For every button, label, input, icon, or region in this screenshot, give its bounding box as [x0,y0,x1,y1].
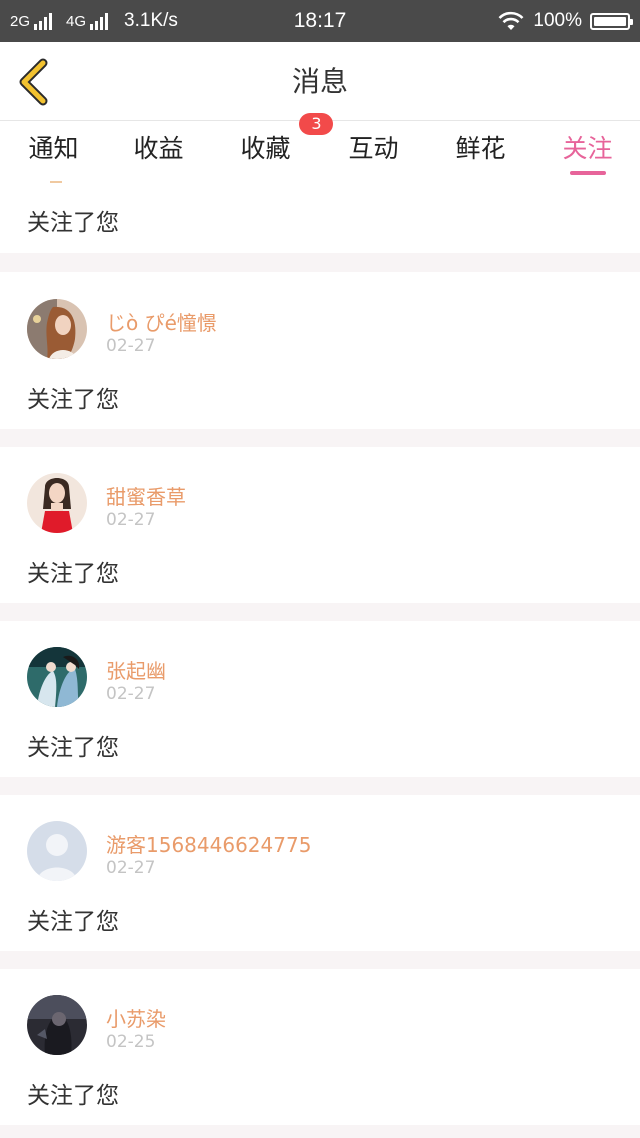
avatar[interactable] [27,473,87,533]
battery-percent: 100% [533,10,582,31]
wifi-icon [498,11,524,30]
message-text: 关注了您 [27,909,119,935]
message-text: 关注了您 [27,735,119,761]
header-bar: 消息 [0,42,640,121]
list-item[interactable]: 甜蜜香草 02-27 关注了您 [0,447,640,603]
message-text: 关注了您 [27,1083,119,1109]
avatar[interactable] [27,995,87,1055]
user-name[interactable]: 小苏染 [106,1003,166,1032]
tab-earnings[interactable]: 收益 [105,121,212,181]
list-item[interactable]: 张起幽 02-27 关注了您 [0,621,640,777]
message-date: 02-27 [106,858,156,878]
default-user-avatar[interactable] [27,821,87,881]
tab-label: 互动 [348,134,399,163]
list-item[interactable]: 小苏染 02-25 关注了您 [0,969,640,1125]
list-item[interactable]: 游客1568446624775 02-27 关注了您 [0,795,640,951]
tab-favorites[interactable]: 收藏 3 [212,113,334,181]
page-title: 消息 [291,65,348,98]
avatar[interactable] [27,299,87,359]
user-name[interactable]: 甜蜜香草 [106,481,186,510]
list-item[interactable]: じò ぴé憧憬 02-27 关注了您 [0,272,640,429]
tab-label: 关注 [562,134,613,163]
tab-interactions[interactable]: 互动 [320,121,427,181]
tab-label: 收益 [133,134,184,163]
user-name[interactable]: 张起幽 [106,655,166,684]
status-bar: 2G 4G 3.1K/s 18:17 100% [0,0,640,42]
message-date: 02-27 [106,336,156,356]
tab-label: 收藏 [240,134,291,163]
message-text: 关注了您 [27,387,119,413]
avatar-edge [50,181,62,183]
avatar[interactable] [27,647,87,707]
user-name[interactable]: じò ぴé憧憬 [106,307,217,336]
active-tab-indicator [569,171,606,175]
tab-follows[interactable]: 关注 [534,121,640,181]
tab-label: 通知 [28,134,79,163]
follow-message-list[interactable]: 关注了您 じò ぴé憧憬 02-27 关注了您 甜蜜香草 02-27 关注了您 … [0,181,640,1138]
tab-notifications[interactable]: 通知 [0,121,107,181]
battery-icon [590,12,633,30]
message-date: 02-25 [106,1032,156,1052]
user-name[interactable]: 游客1568446624775 [106,829,311,858]
tab-label: 鲜花 [455,134,506,163]
tab-flowers[interactable]: 鲜花 [427,121,534,181]
message-date: 02-27 [106,510,156,530]
message-text: 关注了您 [27,561,119,587]
list-item[interactable]: 关注了您 [0,181,640,253]
tab-bar: 通知 收益 收藏 3 互动 鲜花 关注 [0,113,640,181]
status-right: 100% [497,0,633,42]
message-text: 关注了您 [27,210,119,236]
message-date: 02-27 [106,684,156,704]
